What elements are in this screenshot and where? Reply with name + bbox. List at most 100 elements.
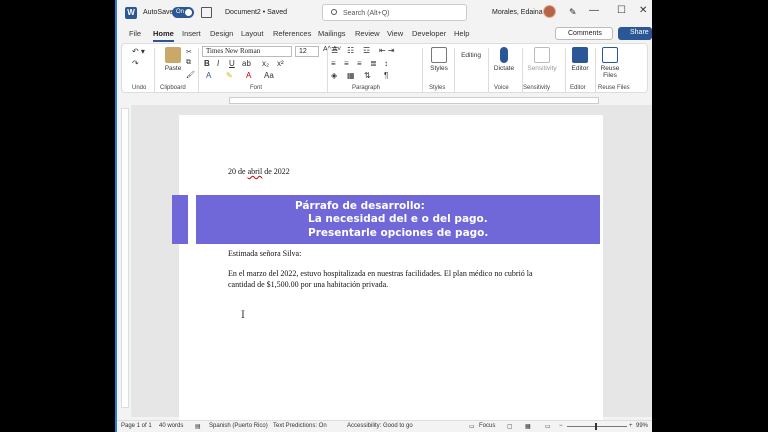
tab-view[interactable]: View (387, 29, 403, 38)
change-case-icon[interactable]: Aa (264, 71, 274, 80)
letter-salutation: Estimada señora Silva: (228, 249, 302, 258)
letter-body-line-1: En el marzo del 2022, estuvo hospitaliza… (228, 269, 533, 278)
status-bar: Page 1 of 1 40 words ▤ Spanish (Puerto R… (117, 420, 652, 432)
align-right-icon[interactable]: ≡ (357, 59, 362, 68)
justify-icon[interactable]: ≣ (370, 59, 377, 68)
group-styles-label: Styles (429, 85, 446, 91)
proofing-icon[interactable]: ▤ (195, 423, 201, 430)
shading-icon[interactable]: ◈ (331, 71, 337, 80)
highlight-icon[interactable]: ✎ (226, 71, 233, 80)
sensitivity-button[interactable]: Sensitivity (522, 47, 562, 72)
reuse-files-label: Reuse Files (600, 65, 620, 79)
multilevel-list-icon[interactable]: ☲ (363, 46, 370, 55)
dictate-button[interactable]: Dictate (489, 47, 519, 72)
microphone-icon (500, 47, 508, 63)
zoom-level[interactable]: 99% (636, 423, 648, 429)
focus-button[interactable]: Focus (479, 423, 495, 429)
reuse-files-button[interactable]: Reuse Files (596, 47, 624, 79)
tab-mailings[interactable]: Mailings (318, 29, 346, 38)
borders-icon[interactable]: ▦ (347, 71, 355, 80)
copy-icon[interactable]: ⧉ (186, 59, 191, 67)
date-suffix: de 2022 (262, 167, 290, 176)
text-predictions-status[interactable]: Text Predictions: On (273, 423, 327, 429)
date-prefix: 20 de (228, 167, 248, 176)
redo-icon[interactable]: ↷ (132, 59, 139, 68)
maximize-icon[interactable]: ☐ (617, 5, 626, 16)
vertical-ruler[interactable] (121, 108, 129, 408)
letter-body-line-2: cantidad de $1,500.00 por una habitación… (228, 280, 389, 289)
banner-line-1: Párrafo de desarrollo: (295, 200, 425, 212)
read-mode-icon[interactable]: ▢ (507, 423, 513, 430)
tab-review[interactable]: Review (355, 29, 380, 38)
font-color-icon[interactable]: A (246, 71, 251, 80)
page-count[interactable]: Page 1 of 1 (121, 423, 152, 429)
zoom-out-icon[interactable]: − (559, 423, 563, 429)
text-effects-icon[interactable]: A (206, 71, 211, 80)
align-center-icon[interactable]: ≡ (344, 59, 349, 68)
search-icon (331, 9, 337, 15)
comments-button[interactable]: Comments (555, 27, 613, 40)
subscript-icon[interactable]: x₂ (262, 59, 269, 68)
share-button[interactable]: Share (618, 27, 652, 40)
tab-design[interactable]: Design (210, 29, 233, 38)
word-count[interactable]: 40 words (159, 423, 183, 429)
accessibility-status[interactable]: Accessibility: Good to go (347, 423, 413, 429)
pen-icon[interactable]: ✎ (569, 7, 577, 18)
avatar[interactable] (543, 5, 556, 18)
zoom-in-icon[interactable]: + (629, 423, 633, 429)
underline-icon[interactable]: U (229, 59, 235, 68)
tab-layout[interactable]: Layout (241, 29, 264, 38)
divider (327, 48, 328, 92)
tab-file[interactable]: File (129, 29, 141, 38)
horizontal-ruler[interactable] (117, 95, 652, 105)
tab-insert[interactable]: Insert (182, 29, 201, 38)
numbering-icon[interactable]: ☷ (347, 46, 354, 55)
dictate-label: Dictate (493, 65, 515, 72)
tab-help[interactable]: Help (454, 29, 469, 38)
focus-icon[interactable]: ▭ (469, 423, 475, 430)
search-box[interactable]: Search (Alt+Q) (322, 4, 467, 21)
divider (565, 48, 566, 92)
editor-label: Editor (571, 65, 589, 72)
line-spacing-icon[interactable]: ↕ (384, 59, 388, 68)
align-left-icon[interactable]: ≡ (331, 59, 336, 68)
document-title[interactable]: Document2 • Saved (225, 9, 287, 16)
editor-pen-icon (572, 47, 588, 63)
document-canvas (131, 105, 652, 425)
cut-icon[interactable]: ✂ (186, 48, 192, 56)
clipboard-icon (165, 47, 181, 63)
bold-icon[interactable]: B (204, 59, 210, 68)
pilcrow-icon[interactable]: ¶ (384, 71, 388, 80)
italic-icon[interactable]: I (217, 59, 219, 68)
editor-button[interactable]: Editor (567, 47, 593, 72)
undo-icon[interactable]: ↶ ▾ (132, 47, 145, 56)
indent-icon[interactable]: ⇤ ⇥ (379, 46, 395, 55)
tab-references[interactable]: References (273, 29, 311, 38)
tab-home[interactable]: Home (153, 29, 174, 42)
bullets-icon[interactable]: ☰ (331, 46, 338, 55)
strikethrough-icon[interactable]: ab (242, 59, 251, 68)
sensitivity-label: Sensitivity (527, 65, 557, 72)
sort-icon[interactable]: ⇅ (364, 71, 371, 80)
zoom-thumb[interactable] (595, 423, 597, 430)
save-icon[interactable] (201, 7, 212, 18)
editing-button[interactable]: Editing (457, 52, 485, 59)
styles-button[interactable]: Styles (426, 47, 452, 72)
format-painter-icon[interactable]: 🖌 (186, 71, 195, 79)
font-name-dropdown[interactable]: Times New Roman (202, 46, 292, 57)
user-name[interactable]: Morales, Edaina (492, 9, 543, 16)
autosave-toggle[interactable]: On (172, 7, 194, 18)
tab-developer[interactable]: Developer (412, 29, 446, 38)
autosave-label: AutoSave (143, 9, 174, 16)
language-status[interactable]: Spanish (Puerto Rico) (209, 423, 268, 429)
font-size-dropdown[interactable]: 12 (295, 46, 319, 57)
print-layout-icon[interactable]: ▦ (525, 423, 531, 430)
overlay-banner: Párrafo de desarrollo: La necesidad del … (172, 195, 600, 244)
zoom-slider[interactable] (567, 426, 627, 427)
close-icon[interactable]: ✕ (639, 5, 647, 16)
web-layout-icon[interactable]: ▭ (545, 423, 551, 430)
superscript-icon[interactable]: x² (277, 59, 284, 68)
banner-line-2: La necesidad del e o del pago. (308, 213, 488, 225)
minimize-icon[interactable]: — (589, 5, 599, 16)
paste-button[interactable]: Paste (160, 47, 186, 72)
